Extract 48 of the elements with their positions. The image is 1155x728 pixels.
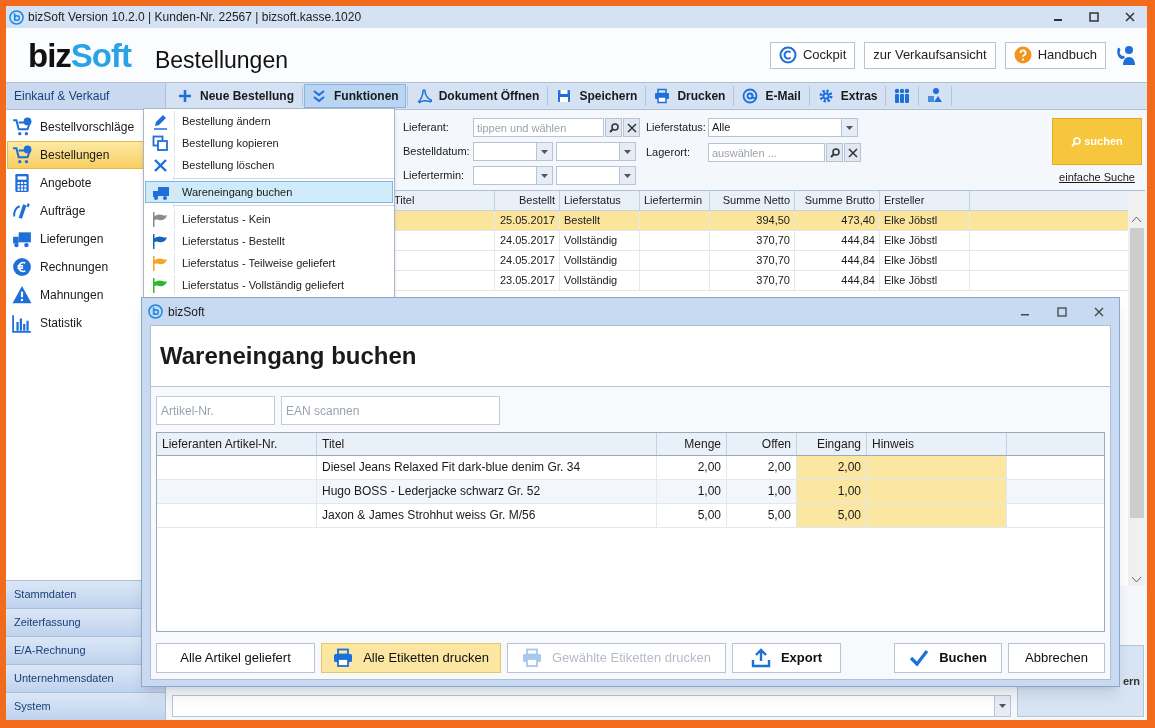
column-header: Bestellt <box>495 191 560 210</box>
table-cell: 5,00 <box>657 504 727 527</box>
bizsoft-logo: bizSoft <box>28 38 131 72</box>
column-header: Liefertermin <box>640 191 710 210</box>
column-header: Titel <box>317 433 657 455</box>
table-cell: Vollständig <box>560 271 640 290</box>
column-header: Offen <box>727 433 797 455</box>
column-header: Summe Netto <box>710 191 795 210</box>
dialog-title: bizSoft <box>168 303 205 321</box>
table-cell: 394,50 <box>710 211 795 230</box>
field-label: Lieferant: <box>403 120 450 136</box>
table-cell: 370,70 <box>710 251 795 270</box>
column-header: Summe Brutto <box>795 191 880 210</box>
table-cell: 444,84 <box>795 271 880 290</box>
table-cell: 370,70 <box>710 271 795 290</box>
field-label: Lieferstatus: <box>646 120 707 136</box>
table-cell: 23.05.2017 <box>495 271 560 290</box>
column-header: Eingang <box>797 433 867 455</box>
table-cell: 473,40 <box>795 211 880 230</box>
table-cell: 1,00 <box>657 480 727 503</box>
window-title: bizSoft Version 10.2.0 | Kunden-Nr. 22567 | bizsoft.kasse.1020 <box>28 9 362 26</box>
column-header: Ersteller <box>880 191 970 210</box>
table-cell: 24.05.2017 <box>495 231 560 250</box>
table-cell: Vollständig <box>560 231 640 250</box>
table-cell: 25.05.2017 <box>495 211 560 230</box>
table-cell: Elke Jöbstl <box>880 251 970 270</box>
field-label: Bestelldatum: <box>403 144 471 160</box>
table-cell: 444,84 <box>795 231 880 250</box>
dialog-heading: Wareneingang buchen <box>160 341 417 371</box>
table-cell: Elke Jöbstl <box>880 211 970 230</box>
table-cell: 370,70 <box>710 231 795 250</box>
table-cell: Vollständig <box>560 251 640 270</box>
table-cell: Elke Jöbstl <box>880 231 970 250</box>
column-header: Lieferanten Artikel-Nr. <box>157 433 317 455</box>
table-cell: 444,84 <box>795 251 880 270</box>
field-label: Lagerort: <box>646 145 692 161</box>
table-cell: Jaxon & James Strohhut weiss Gr. M/56 <box>317 504 657 527</box>
field-label: Liefertermin: <box>403 168 466 184</box>
column-header: Hinweis <box>867 433 1007 455</box>
table-cell: 2,00 <box>657 456 727 479</box>
table-cell: Bestellt <box>560 211 640 230</box>
table-cell: Hugo BOSS - Lederjacke schwarz Gr. 52 <box>317 480 657 503</box>
column-header: Menge <box>657 433 727 455</box>
page-title: Bestellungen <box>155 45 288 75</box>
column-header: Lieferstatus <box>560 191 640 210</box>
table-cell: Elke Jöbstl <box>880 271 970 290</box>
table-cell: Diesel Jeans Relaxed Fit dark-blue denim Gr. 34 <box>317 456 657 479</box>
table-cell: 24.05.2017 <box>495 251 560 270</box>
